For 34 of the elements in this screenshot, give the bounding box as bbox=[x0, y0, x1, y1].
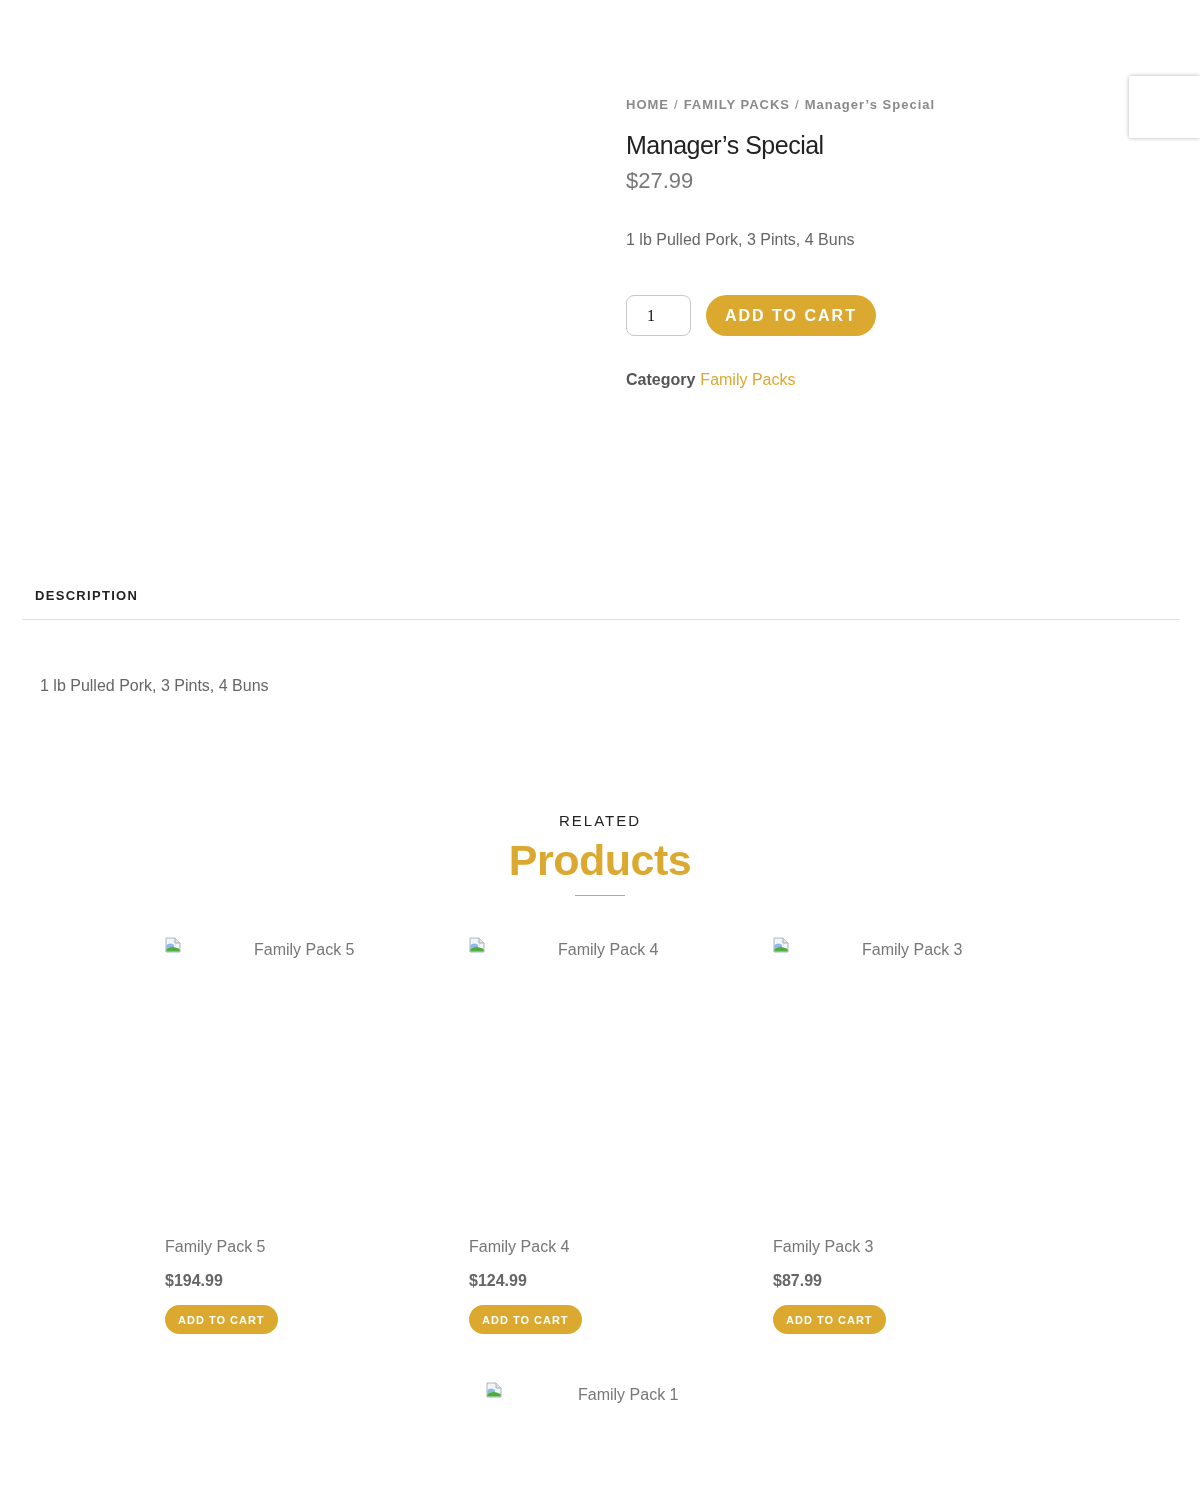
quantity-field[interactable]: 1 bbox=[626, 295, 691, 336]
add-to-cart-button[interactable]: ADD TO CART bbox=[773, 1305, 886, 1334]
broken-image-icon bbox=[486, 1382, 502, 1398]
add-to-cart-button[interactable]: ADD TO CART bbox=[469, 1305, 582, 1334]
image-alt-text: Family Pack 3 bbox=[862, 940, 963, 960]
broken-image-icon bbox=[773, 937, 789, 953]
product-name[interactable]: Family Pack 4 bbox=[469, 1235, 570, 1259]
product-price: $124.99 bbox=[469, 1271, 527, 1291]
product-name[interactable]: Family Pack 3 bbox=[773, 1235, 874, 1259]
short-description: 1 lb Pulled Pork, 3 Pints, 4 Buns bbox=[626, 230, 855, 250]
product-price: $27.99 bbox=[626, 167, 694, 195]
product-name[interactable]: Family Pack 5 bbox=[165, 1235, 266, 1259]
broken-image-icon bbox=[165, 937, 181, 953]
category-label: Category bbox=[626, 370, 696, 390]
product-price: $194.99 bbox=[165, 1271, 223, 1291]
description-text: 1 lb Pulled Pork, 3 Pints, 4 Buns bbox=[40, 676, 269, 696]
description-tab[interactable]: DESCRIPTION bbox=[35, 587, 139, 619]
section-heading: Products bbox=[508, 835, 692, 885]
add-to-cart-button[interactable]: ADD TO CART bbox=[706, 295, 876, 336]
heading-underline bbox=[575, 895, 625, 896]
breadcrumb-separator: / bbox=[674, 96, 679, 114]
broken-image-icon bbox=[469, 937, 485, 953]
image-alt-text: Family Pack 4 bbox=[558, 940, 659, 960]
breadcrumb-link[interactable]: FAMILY PACKS bbox=[683, 96, 790, 114]
product-title: Manager’s Special bbox=[626, 130, 824, 161]
image-alt-text: Family Pack 5 bbox=[254, 940, 355, 960]
add-to-cart-button[interactable]: ADD TO CART bbox=[165, 1305, 278, 1334]
breadcrumb-link[interactable]: HOME bbox=[626, 96, 669, 114]
product-price: $87.99 bbox=[773, 1271, 822, 1291]
breadcrumb-separator: / bbox=[795, 96, 800, 114]
category-link[interactable]: Family Packs bbox=[700, 368, 796, 392]
section-kicker: RELATED bbox=[558, 811, 642, 831]
image-alt-text: Family Pack 1 bbox=[578, 1385, 679, 1405]
breadcrumb-current: Manager’s Special bbox=[804, 96, 936, 114]
